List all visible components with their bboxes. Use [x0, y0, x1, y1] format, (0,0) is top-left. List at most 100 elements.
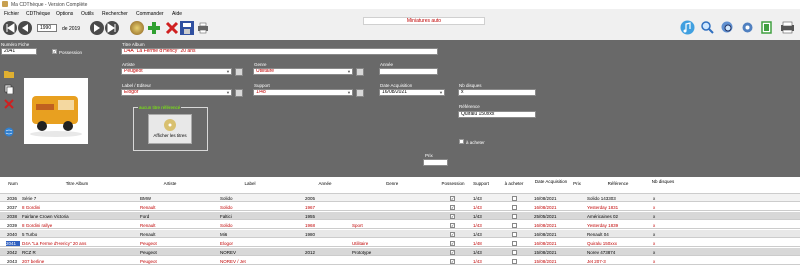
table-row[interactable]: 2041 D4A "La Ferme d'Hericy" 20 ans Peugeo…	[0, 239, 800, 247]
exit-icon[interactable]	[760, 20, 775, 35]
last-record-icon[interactable]	[105, 21, 119, 35]
cell-num: 2037	[7, 204, 18, 210]
chevron-down-icon[interactable]: ▼	[225, 69, 231, 74]
to-buy-cell-checkbox[interactable]	[512, 195, 517, 201]
cell-ref: Norev 473874	[587, 249, 616, 255]
col-num[interactable]: Num	[2, 181, 24, 186]
cell-date: 15/08/2021	[534, 249, 557, 255]
table-row[interactable]: 2038 Fairlane Crown Victoria Ford Faltici 19…	[0, 212, 800, 220]
cell-nb: x	[653, 258, 656, 264]
genre-select[interactable]: Utilitaire ▼	[253, 68, 353, 75]
globe-icon[interactable]	[4, 127, 14, 137]
add-record-icon[interactable]	[147, 21, 161, 35]
cd-icon[interactable]	[130, 21, 144, 35]
chevron-down-icon[interactable]: ▼	[438, 90, 444, 95]
menu-commander[interactable]: Commander	[136, 11, 164, 17]
first-record-icon[interactable]	[3, 21, 17, 35]
show-tracks-button[interactable]: Afficher les titres	[148, 114, 192, 144]
cell-title: Fairlane Crown Victoria	[22, 213, 69, 219]
col-artist[interactable]: Artiste	[140, 181, 200, 186]
edit-genre-icon[interactable]	[356, 68, 364, 76]
label-select[interactable]: Elogor ▼	[121, 89, 232, 96]
possession-cell-checkbox[interactable]: ✓	[450, 222, 455, 228]
to-buy-checkbox[interactable]	[459, 139, 464, 144]
item-photo[interactable]	[24, 78, 88, 144]
menu-options[interactable]: Options	[56, 11, 73, 17]
possession-cell-checkbox[interactable]: ✓	[450, 213, 455, 219]
menu-rechercher[interactable]: Rechercher	[102, 11, 128, 17]
possession-checkbox[interactable]: ✓	[52, 49, 57, 54]
folder-icon[interactable]	[4, 69, 14, 79]
chevron-down-icon[interactable]: ▼	[346, 90, 352, 95]
col-year[interactable]: Année	[305, 181, 345, 186]
acquisition-date-field[interactable]: 16/08/2021 ▼	[379, 89, 445, 96]
col-title[interactable]: Titre Album	[22, 181, 132, 186]
edit-artist-icon[interactable]	[235, 68, 243, 76]
col-to-buy[interactable]: à acheter	[497, 181, 531, 186]
table-row[interactable]: 2042 RCZ R Peugeot NOREV 2012 Prototype 1/43 15…	[0, 248, 800, 256]
record-number-input[interactable]: 1990	[37, 24, 57, 32]
table-row[interactable]: 2039 8 Gordini rallye Renault Solido 1968 Spo…	[0, 221, 800, 229]
col-acquisition-date[interactable]: Date Acquisition	[531, 179, 571, 184]
menu-cdtheque[interactable]: CDThèque	[26, 11, 50, 17]
chevron-down-icon[interactable]: ▼	[225, 90, 231, 95]
col-support[interactable]: Support	[468, 181, 494, 186]
possession-cell-checkbox[interactable]: ✓	[450, 204, 455, 210]
col-genre[interactable]: Genre	[352, 181, 432, 186]
cell-year: 1967	[305, 204, 316, 210]
year-field[interactable]	[379, 68, 438, 75]
to-buy-cell-checkbox[interactable]	[512, 240, 517, 246]
delete-record-icon[interactable]	[165, 21, 179, 35]
record-number-field[interactable]: 2041	[1, 48, 37, 55]
title-field[interactable]: D4A "La Ferme d'Hericy" 20 ans	[121, 48, 438, 55]
genre-label: Genre	[254, 62, 267, 67]
chevron-down-icon[interactable]: ▼	[346, 69, 352, 74]
settings-icon[interactable]	[740, 20, 755, 35]
cell-support: 1/43	[473, 204, 482, 210]
col-possession[interactable]: Possession	[436, 181, 470, 186]
menu-fichier[interactable]: Fichier	[4, 11, 19, 17]
table-row[interactable]: 2036 Série 7 BMW Solido 2005 1/43 16/08/2021 So…	[0, 194, 800, 202]
to-buy-cell-checkbox[interactable]	[512, 231, 517, 237]
to-buy-cell-checkbox[interactable]	[512, 222, 517, 228]
possession-cell-checkbox[interactable]: ✓	[450, 240, 455, 246]
to-buy-cell-checkbox[interactable]	[512, 249, 517, 255]
remove-photo-icon[interactable]	[4, 99, 14, 109]
cell-year: 2012	[305, 249, 316, 255]
copy-icon[interactable]	[4, 84, 14, 95]
table-row[interactable]: 2037 8 Gordini Renault Solido 1967 1/43 16/08/…	[0, 203, 800, 211]
possession-cell-checkbox[interactable]: ✓	[450, 195, 455, 201]
possession-cell-checkbox[interactable]: ✓	[450, 231, 455, 237]
disc-count-field[interactable]: x	[458, 89, 536, 96]
edit-support-icon[interactable]	[356, 89, 364, 97]
next-record-icon[interactable]	[90, 21, 104, 35]
edit-label-icon[interactable]	[235, 89, 243, 97]
menu-outils[interactable]: Outils	[81, 11, 94, 17]
col-reference[interactable]: Référence	[586, 181, 650, 186]
price-field[interactable]	[423, 159, 448, 166]
to-buy-cell-checkbox[interactable]	[512, 204, 517, 210]
col-disc-count[interactable]: Nb disques	[650, 179, 676, 184]
cell-genre: Utilitaire	[352, 240, 369, 246]
table-row[interactable]: 2040 5 Turbo Renault Mi6 1980 1/43 16/08/2021 R…	[0, 230, 800, 238]
search-icon[interactable]	[700, 20, 715, 35]
year-label: Année	[380, 62, 394, 67]
prev-record-icon[interactable]	[18, 21, 32, 35]
support-select[interactable]: 1/48 ▼	[253, 89, 353, 96]
artist-select[interactable]: Peugeot ▼	[121, 68, 232, 75]
save-icon[interactable]	[180, 21, 194, 35]
record-total-label: de 2019	[62, 25, 81, 32]
search-globe-icon[interactable]	[720, 20, 735, 35]
reference-field[interactable]: Quiralu 150xxx	[458, 111, 536, 118]
cell-date: 16/08/2021	[534, 222, 557, 228]
music-note-icon[interactable]	[680, 20, 695, 35]
printer-menu-icon[interactable]	[780, 20, 795, 35]
possession-cell-checkbox[interactable]: ✓	[450, 258, 455, 264]
to-buy-cell-checkbox[interactable]	[512, 258, 517, 264]
col-price[interactable]: Prix	[570, 181, 584, 186]
col-label[interactable]: Label	[220, 181, 280, 186]
print-icon[interactable]	[196, 21, 210, 35]
to-buy-cell-checkbox[interactable]	[512, 213, 517, 219]
possession-cell-checkbox[interactable]: ✓	[450, 249, 455, 255]
menu-aide[interactable]: Aide	[172, 11, 182, 17]
